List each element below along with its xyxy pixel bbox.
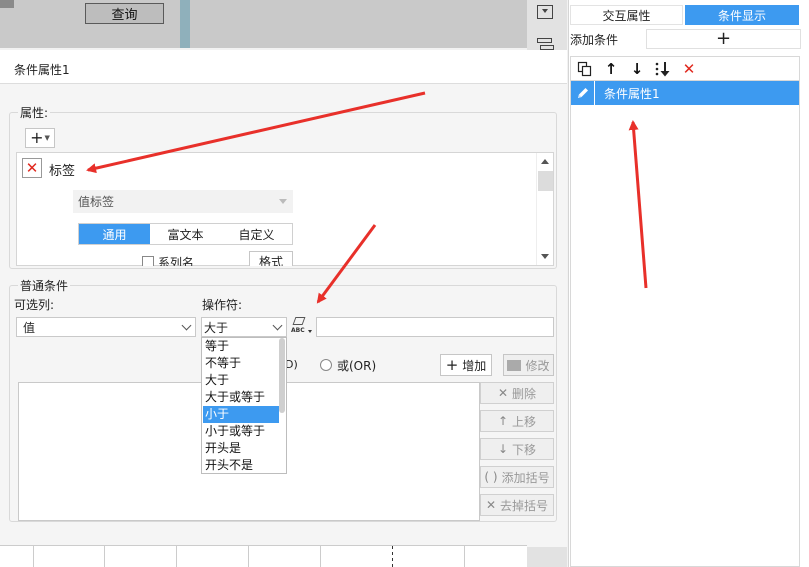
plus-icon: + [30, 128, 44, 147]
delete-icon[interactable]: ✕ [680, 60, 698, 78]
attribute-tag-label: 标签 [49, 164, 76, 179]
arrow-down-icon: ↓ [497, 442, 509, 456]
chevron-down-icon[interactable] [177, 318, 195, 336]
copy-icon[interactable] [576, 61, 594, 77]
collapse-panel-icon[interactable] [537, 5, 553, 19]
query-button[interactable]: 查询 [85, 3, 164, 24]
dropdown-scrollbar[interactable] [279, 338, 285, 413]
or-radio[interactable] [320, 359, 332, 371]
add-condition-item-button[interactable]: + 增加 [440, 354, 492, 376]
operator-option-highlighted[interactable]: 小于 [203, 406, 279, 423]
grid-line [104, 546, 105, 567]
value-tag-select[interactable]: 值标签 [73, 190, 293, 213]
background-dark-block [0, 0, 14, 8]
grid-line [464, 546, 465, 567]
tab-interaction-properties[interactable]: 交互属性 [570, 5, 683, 25]
column-label: 可选列: [14, 298, 55, 312]
operator-label: 操作符: [202, 298, 243, 312]
column-select[interactable]: 值 [16, 317, 196, 337]
add-button-label: 增加 [462, 358, 487, 373]
operator-select[interactable]: 大于 [201, 317, 287, 337]
sort-down-icon[interactable] [654, 61, 672, 77]
operator-option[interactable]: 不等于 [203, 355, 279, 372]
chevron-down-icon [279, 199, 287, 204]
series-name-checkbox[interactable] [142, 256, 154, 266]
add-condition-label: 添加条件 [570, 33, 619, 47]
list-item-label: 条件属性1 [604, 87, 660, 101]
operator-option[interactable]: 大于或等于 [203, 389, 279, 406]
edit-icon [507, 359, 522, 371]
grid-line [320, 546, 321, 567]
segment-general[interactable]: 通用 [79, 224, 150, 244]
operator-dropdown: 等于 不等于 大于 大于或等于 小于 小于或等于 开头是 开头不是 [201, 337, 287, 474]
bottom-grid [0, 545, 527, 567]
value-type-icon[interactable]: ABC [291, 316, 313, 338]
series-name-label: 系列名 [158, 256, 195, 266]
or-label: 或(OR) [337, 359, 377, 373]
segment-rich-text[interactable]: 富文本 [150, 224, 221, 244]
tab-conditional-display[interactable]: 条件显示 [685, 5, 799, 25]
remove-bracket-button[interactable]: ✕ 去掉括号 [480, 494, 554, 516]
attributes-legend: 属性: [18, 104, 51, 121]
grid-line-dashed [392, 546, 393, 567]
scroll-up-icon[interactable] [541, 159, 549, 164]
condition-value-input[interactable] [316, 317, 554, 337]
operator-option[interactable]: 等于 [203, 338, 279, 355]
operator-option[interactable]: 开头是 [203, 440, 279, 457]
background-strip [180, 0, 190, 48]
add-attribute-button[interactable]: + ▼ [25, 128, 55, 148]
condition-list [570, 80, 800, 567]
scroll-thumb[interactable] [538, 171, 553, 191]
list-item[interactable]: 条件属性1 [571, 81, 799, 105]
layer-icon[interactable] [537, 37, 554, 51]
format-button[interactable]: 格式 [249, 251, 293, 266]
delete-button[interactable]: ✕ 删除 [480, 382, 554, 404]
scroll-down-icon[interactable] [541, 254, 549, 259]
chevron-down-icon: ▼ [44, 133, 50, 142]
move-up-button[interactable]: ↑ 上移 [480, 410, 554, 432]
arrow-down-icon[interactable]: ↓ [628, 60, 646, 78]
edit-button-label: 修改 [525, 358, 550, 373]
chevron-down-icon[interactable] [268, 318, 286, 336]
attribute-scrollbar[interactable] [536, 153, 553, 265]
close-icon: ✕ [497, 386, 509, 400]
remove-bracket-icon: ✕ [485, 498, 497, 512]
arrow-up-icon[interactable]: ↑ [602, 60, 620, 78]
segment-custom[interactable]: 自定义 [221, 224, 292, 244]
operator-select-value: 大于 [204, 320, 229, 335]
plus-icon: + [445, 356, 459, 374]
remove-attribute-button[interactable]: ✕ [22, 158, 42, 178]
edit-icon[interactable] [571, 81, 595, 105]
bracket-icon: ( ) [484, 470, 498, 484]
edit-button[interactable]: 修改 [503, 354, 554, 376]
add-bracket-button[interactable]: ( ) 添加括号 [480, 466, 554, 488]
normal-condition-legend: 普通条件 [18, 277, 71, 294]
operator-option[interactable]: 小于或等于 [203, 423, 279, 440]
grid-line [176, 546, 177, 567]
value-tag-select-value: 值标签 [78, 195, 115, 209]
label-type-segments: 通用 富文本 自定义 [78, 223, 293, 245]
dialog-title: 条件属性1 [14, 63, 70, 77]
background-panel [0, 0, 527, 48]
operator-option[interactable]: 开头不是 [203, 457, 279, 474]
operator-option[interactable]: 大于 [203, 372, 279, 389]
condition-toolbar: ↑ ↓ ✕ [570, 56, 800, 80]
column-select-value: 值 [23, 320, 36, 335]
add-condition-button[interactable]: + [646, 29, 801, 49]
grid-line [33, 546, 34, 567]
dialog-header [0, 50, 567, 84]
move-down-button[interactable]: ↓ 下移 [480, 438, 554, 460]
arrow-up-icon: ↑ [497, 414, 509, 428]
grid-line [248, 546, 249, 567]
